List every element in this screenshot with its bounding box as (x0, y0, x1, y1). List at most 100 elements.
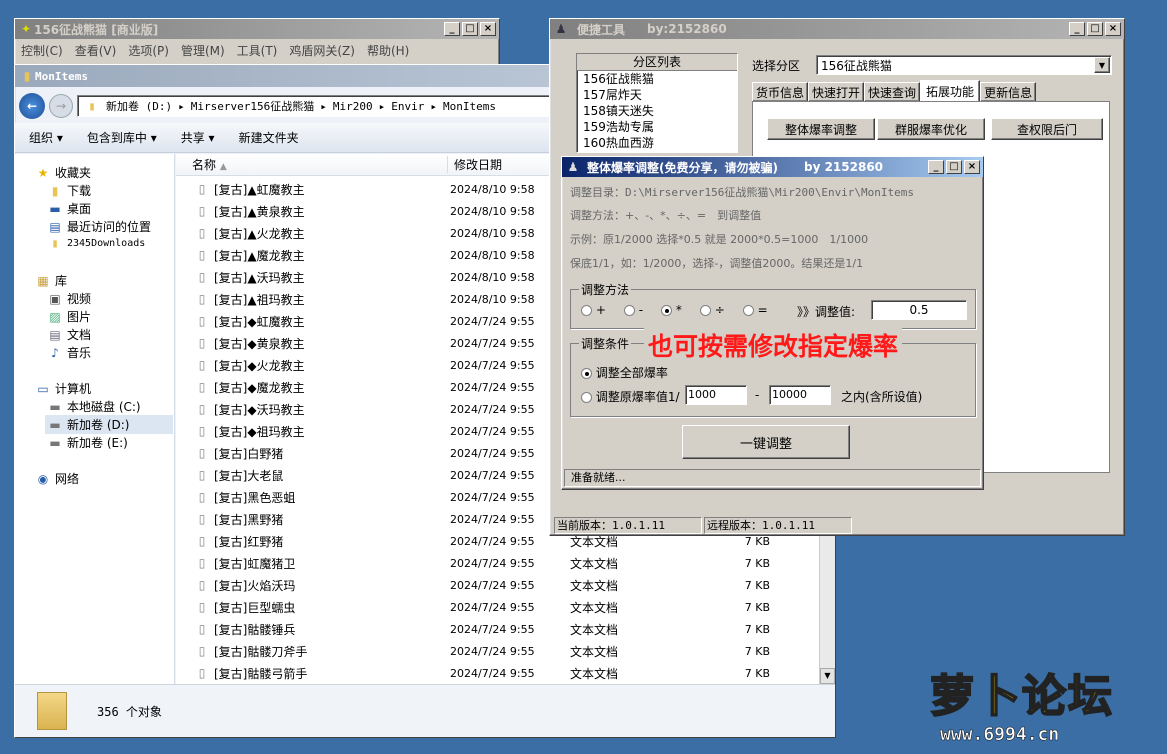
menu-manage[interactable]: 管理(M) (181, 42, 225, 59)
star-icon: ★ (37, 165, 49, 180)
table-row[interactable]: ▯ [复古]巨型蠕虫 2024/7/24 9:55 文本文档 7 KB (176, 596, 819, 618)
column-name[interactable]: 名称 ▲ (176, 156, 448, 173)
nav-drive-d[interactable]: ▬ 新加卷 (D:) (45, 415, 173, 434)
op-equal-radio[interactable]: = (742, 303, 768, 317)
breadcrumb-item[interactable]: 新加卷 (D:) (106, 98, 172, 114)
method-description: 调整方法：+、-、*、÷、= 到调整值 (570, 209, 762, 222)
quick-tool-titlebar[interactable]: ♟ 便捷工具 by:2152860 _ □ × (550, 19, 1124, 39)
menu-help[interactable]: 帮助(H) (367, 42, 409, 59)
share-button[interactable]: 共享 ▾ (181, 129, 215, 146)
minimize-button[interactable]: _ (1069, 22, 1085, 36)
op-divide-radio[interactable]: ÷ (699, 303, 725, 317)
text-file-icon: ▯ (198, 270, 206, 284)
table-row[interactable]: ▯ [复古]骷髅刀斧手 2024/7/24 9:55 文本文档 7 KB (176, 640, 819, 662)
list-item[interactable]: 156征战熊猫 (583, 71, 737, 87)
back-icon[interactable]: ← (19, 93, 45, 119)
maximize-button[interactable]: □ (1087, 22, 1103, 36)
tab-quick-open[interactable]: 快速打开 (808, 82, 865, 102)
menu-view[interactable]: 查看(V) (75, 42, 117, 59)
list-item[interactable]: 158镇天迷失 (583, 103, 737, 119)
main-app-titlebar[interactable]: ✦ 156征战熊猫 [商业版] _ □ × (15, 19, 499, 39)
nav-recent[interactable]: ▤ 最近访问的位置 (47, 218, 151, 235)
close-button[interactable]: × (480, 22, 496, 36)
nav-drive-c[interactable]: ▬ 本地磁盘 (C:) (47, 398, 140, 415)
range-to-input[interactable]: 10000 (769, 385, 831, 405)
breadcrumb-item[interactable]: MonItems (443, 100, 496, 113)
file-name: [复古]▲黄泉教主 (214, 204, 305, 219)
minimize-button[interactable]: _ (928, 160, 944, 174)
overall-drop-rate-button[interactable]: 整体爆率调整 (767, 118, 875, 140)
text-file-icon: ▯ (198, 402, 206, 416)
nav-computer[interactable]: ▭ 计算机 (35, 380, 91, 397)
maximize-button[interactable]: □ (462, 22, 478, 36)
nav-documents[interactable]: ▤ 文档 (47, 326, 91, 343)
folder-icon: ▮ (23, 69, 31, 83)
cond-range-radio[interactable]: 调整原爆率值1/ (581, 388, 680, 405)
group-drop-optimize-button[interactable]: 群服爆率优化 (877, 118, 985, 140)
table-row[interactable]: ▯ [复古]火焰沃玛 2024/7/24 9:55 文本文档 7 KB (176, 574, 819, 596)
remote-version: 远程版本：1.0.1.11 (704, 517, 852, 534)
tab-updates[interactable]: 更新信息 (980, 82, 1037, 102)
partition-list[interactable]: 分区列表 156征战熊猫 157屌炸天 158镇天迷失 159浩劫专属 160热血西游 (576, 53, 738, 153)
current-version: 当前版本：1.0.1.11 (554, 517, 702, 534)
value-input[interactable]: 0.5 (871, 300, 967, 320)
close-button[interactable]: × (1105, 22, 1121, 36)
minimize-button[interactable]: _ (444, 22, 460, 36)
nav-downloads[interactable]: ▮ 下载 (47, 182, 91, 199)
list-item[interactable]: 157屌炸天 (583, 87, 737, 103)
tab-extensions[interactable]: 拓展功能 (920, 80, 981, 102)
partition-select[interactable]: 156征战熊猫 ▼ (816, 55, 1112, 75)
check-backdoor-button[interactable]: 查权限后门 (991, 118, 1103, 140)
range-from-input[interactable]: 1000 (685, 385, 747, 405)
include-library-button[interactable]: 包含到库中 ▾ (87, 129, 157, 146)
menu-gateway[interactable]: 鸡盾网关(Z) (289, 42, 355, 59)
chevron-down-icon[interactable]: ▼ (1094, 57, 1110, 73)
table-row[interactable]: ▯ [复古]骷髅弓箭手 2024/7/24 9:55 文本文档 7 KB (176, 662, 819, 684)
maximize-button[interactable]: □ (946, 160, 962, 174)
nav-network[interactable]: ◉ 网络 (35, 470, 79, 487)
file-size: 7 KB (744, 622, 770, 636)
breadcrumb-item[interactable]: Envir (391, 100, 424, 113)
nav-2345downloads[interactable]: ▮ 2345Downloads (47, 236, 145, 250)
nav-videos[interactable]: ▣ 视频 (47, 290, 91, 307)
menu-tools[interactable]: 工具(T) (237, 42, 278, 59)
op-plus-radio[interactable]: + (581, 303, 606, 317)
text-file-icon: ▯ (198, 534, 206, 548)
menu-control[interactable]: 控制(C) (21, 42, 63, 59)
op-multiply-radio[interactable]: * (661, 303, 682, 317)
column-date[interactable]: 修改日期 (448, 156, 502, 173)
text-file-icon: ▯ (198, 468, 206, 482)
nav-favorites[interactable]: ★ 收藏夹 (35, 164, 91, 181)
nav-music[interactable]: ♪ 音乐 (47, 344, 91, 361)
organize-button[interactable]: 组织 ▾ (29, 129, 63, 146)
cond-all-radio[interactable]: 调整全部爆率 (581, 364, 668, 381)
file-size: 7 KB (744, 644, 770, 658)
run-adjust-button[interactable]: 一键调整 (682, 425, 850, 459)
tab-quick-query[interactable]: 快速查询 (864, 82, 921, 102)
file-name: [复古]骷髅弓箭手 (214, 666, 308, 681)
new-folder-button[interactable]: 新建文件夹 (239, 129, 299, 146)
tab-currency[interactable]: 货币信息 (752, 82, 809, 102)
breadcrumb-item[interactable]: Mirserver156征战熊猫 (191, 98, 314, 114)
nav-drive-e[interactable]: ▬ 新加卷 (E:) (47, 434, 127, 451)
nav-desktop[interactable]: ▬ 桌面 (47, 200, 91, 217)
text-file-icon: ▯ (198, 358, 206, 372)
table-row[interactable]: ▯ [复古]虹魔猪卫 2024/7/24 9:55 文本文档 7 KB (176, 552, 819, 574)
file-name: [复古]◆魔龙教主 (214, 380, 305, 395)
table-row[interactable]: ▯ [复古]骷髅锤兵 2024/7/24 9:55 文本文档 7 KB (176, 618, 819, 640)
document-icon: ▤ (49, 327, 61, 342)
drive-icon: ▬ (49, 417, 61, 432)
list-item[interactable]: 159浩劫专属 (583, 119, 737, 135)
op-minus-radio[interactable]: - (623, 303, 643, 317)
drop-rate-titlebar[interactable]: ♟ 整体爆率调整(免费分享，请勿被骗) by 2152860 _ □ × (562, 157, 983, 177)
nav-pictures[interactable]: ▨ 图片 (47, 308, 91, 325)
scroll-down-arrow[interactable]: ▼ (820, 668, 835, 684)
nav-libraries[interactable]: ▦ 库 (35, 272, 67, 289)
range-suffix: 之内(含所设值) (841, 390, 923, 404)
menu-options[interactable]: 选项(P) (128, 42, 169, 59)
list-item[interactable]: 160热血西游 (583, 135, 737, 151)
close-button[interactable]: × (964, 160, 980, 174)
text-file-icon: ▯ (198, 600, 206, 614)
forward-icon[interactable]: → (49, 94, 73, 118)
breadcrumb-item[interactable]: Mir200 (333, 100, 373, 113)
